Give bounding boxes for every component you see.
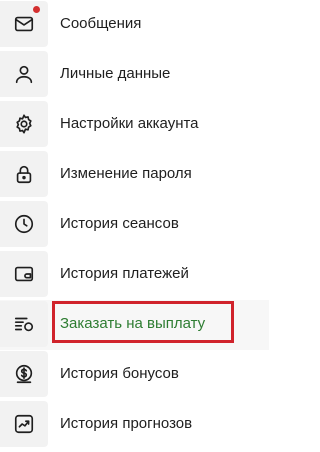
menu-item-change-password[interactable]: Изменение пароля [0,150,269,200]
notification-badge-dot [33,6,40,13]
menu-item-forecast-history[interactable]: История прогнозов [0,400,269,450]
menu-item-session-history[interactable]: История сеансов [0,200,269,250]
mail-icon [0,1,48,47]
menu-item-payment-history[interactable]: История платежей [0,250,269,300]
menu-item-account-settings[interactable]: Настройки аккаунта [0,100,269,150]
account-menu: Сообщения Личные данные Настройки аккаун… [0,0,269,452]
menu-item-label: Личные данные [60,65,171,82]
menu-item-label: Заказать на выплату [60,315,206,332]
user-icon [0,51,48,97]
menu-item-label: Изменение пароля [60,165,192,182]
dollar-coin-icon [0,351,48,397]
menu-item-label: Настройки аккаунта [60,115,199,132]
menu-item-personal-data[interactable]: Личные данные [0,50,269,100]
menu-item-label: Сообщения [60,15,142,32]
menu-item-label: История прогнозов [60,415,193,432]
payout-list-icon [0,301,48,347]
menu-item-label: История платежей [60,265,189,282]
chart-up-icon [0,401,48,447]
menu-item-label: История бонусов [60,365,179,382]
wallet-icon [0,251,48,297]
menu-item-order-payout[interactable]: Заказать на выплату [0,300,269,350]
gear-icon [0,101,48,147]
lock-icon [0,151,48,197]
menu-item-label: История сеансов [60,215,179,232]
menu-item-bonus-history[interactable]: История бонусов [0,350,269,400]
menu-item-messages[interactable]: Сообщения [0,0,269,50]
clock-icon [0,201,48,247]
